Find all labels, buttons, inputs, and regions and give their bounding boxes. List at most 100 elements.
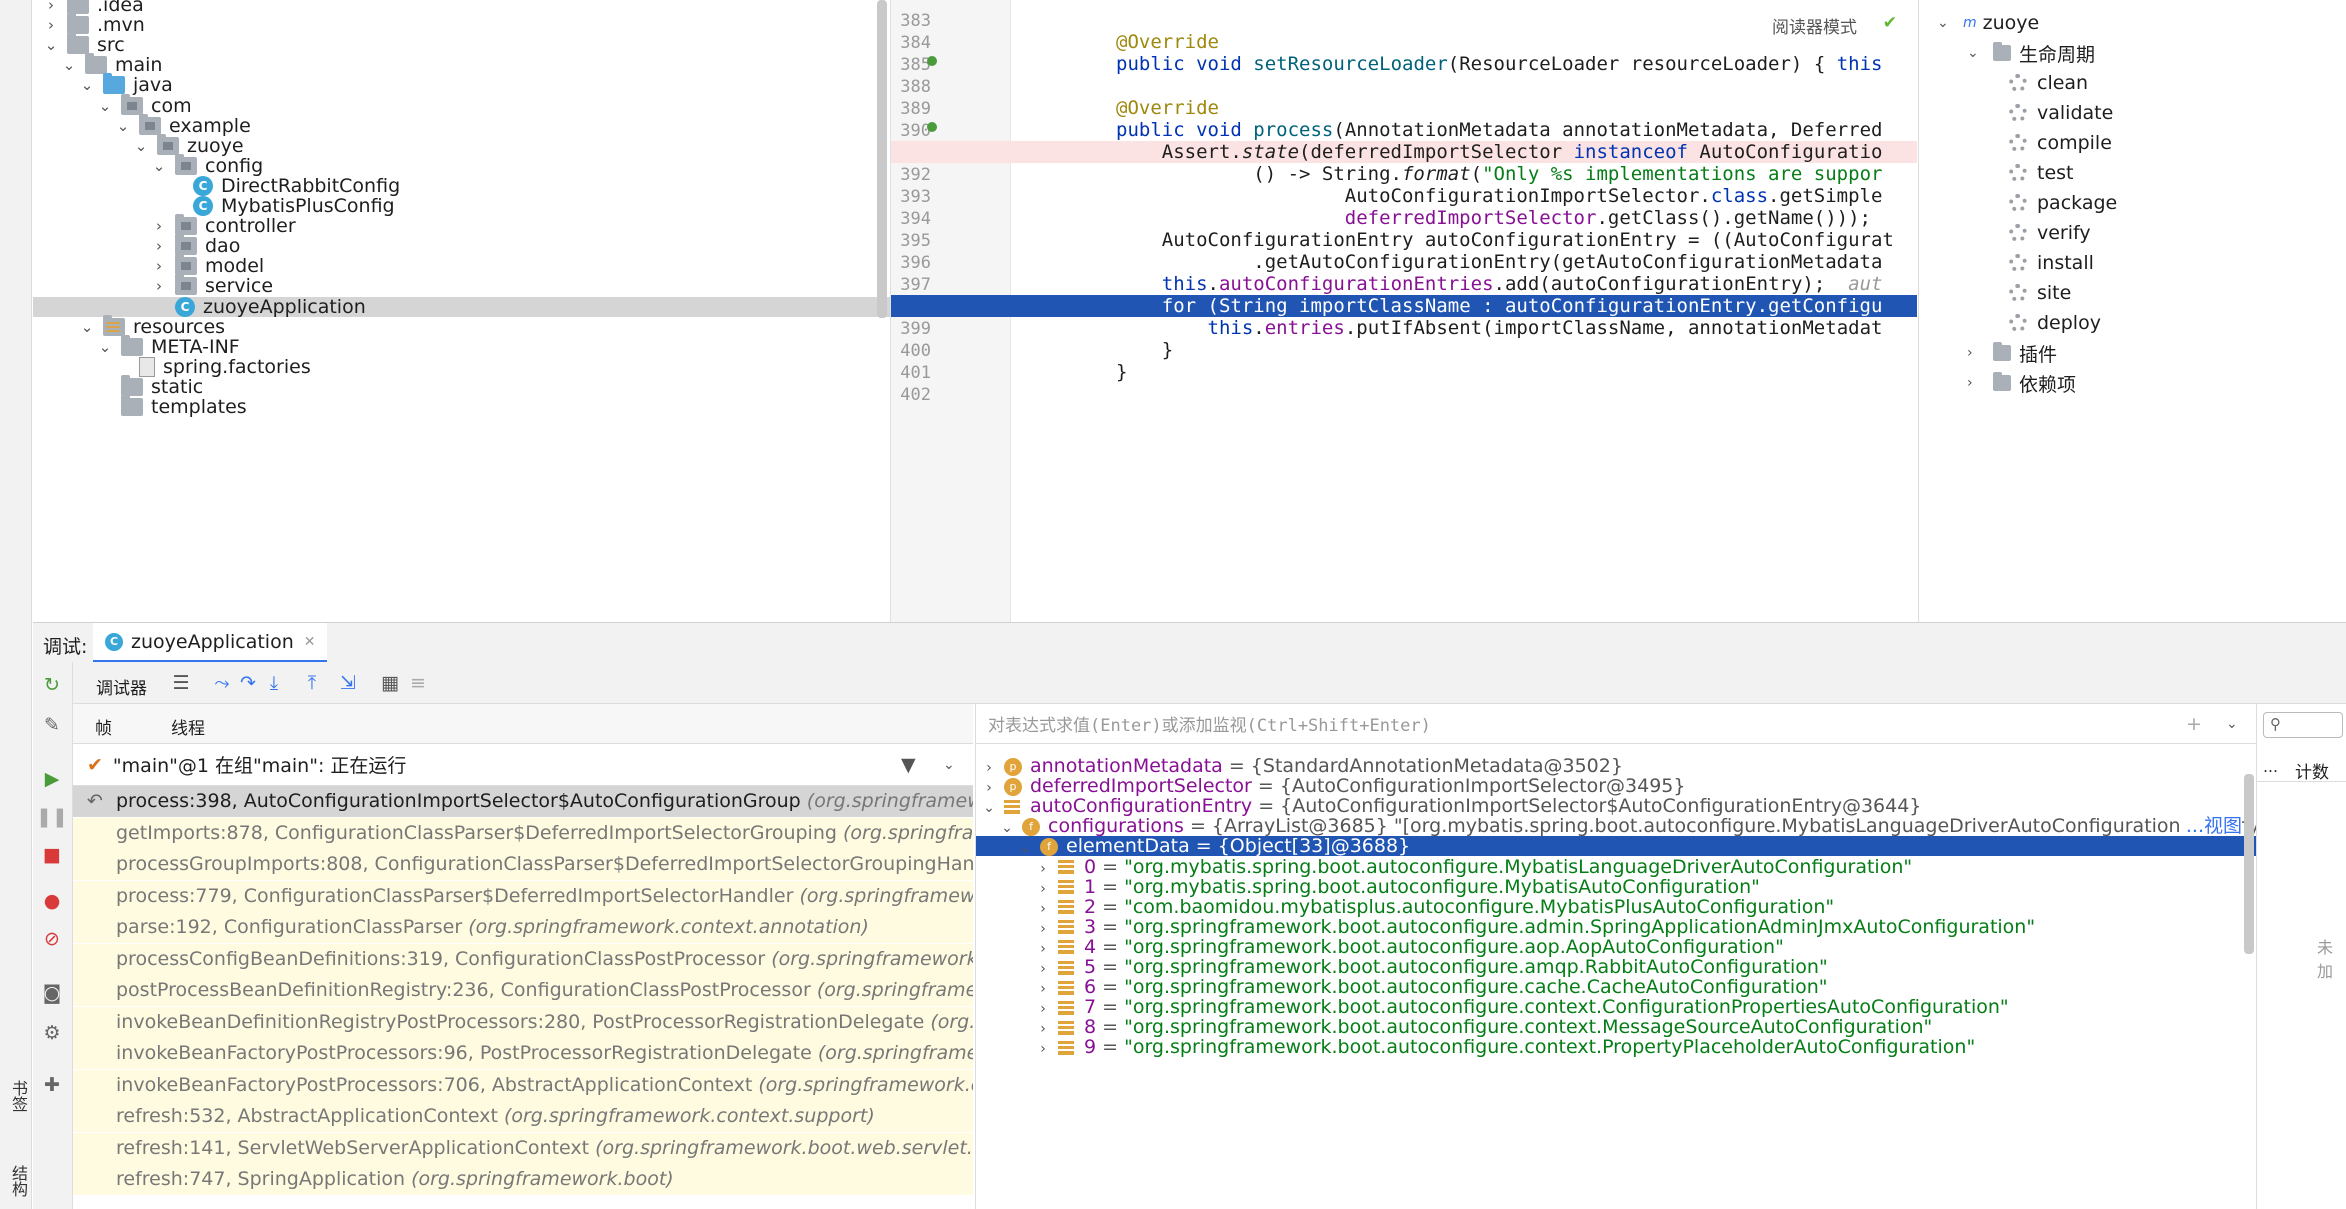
variable-row[interactable]: ⌄ autoConfigurationEntry = {AutoConfigura…: [976, 796, 2256, 816]
code-line[interactable]: [891, 9, 1917, 31]
chevron-down-icon[interactable]: ⌄: [79, 318, 95, 336]
chevron-right-icon[interactable]: ›: [1034, 899, 1052, 917]
tree-item[interactable]: › dao: [33, 234, 890, 257]
variable-row[interactable]: › 0 = "org.mybatis.spring.boot.autoconfig…: [976, 857, 2256, 877]
tree-item[interactable]: › .idea: [33, 0, 890, 16]
view-link[interactable]: ...视图: [2181, 816, 2242, 837]
chevron-down-icon[interactable]: ⌄: [79, 76, 95, 94]
close-icon[interactable]: ✕: [304, 634, 316, 650]
maven-phase-validate[interactable]: validate: [2009, 98, 2113, 128]
maven-phase-verify[interactable]: verify: [2009, 218, 2091, 248]
trace-icon[interactable]: ≡: [405, 670, 431, 696]
tree-item[interactable]: › service: [33, 274, 890, 297]
layout-icon[interactable]: ☰: [168, 670, 194, 696]
maven-phase-compile[interactable]: compile: [2009, 128, 2112, 158]
maven-phase-install[interactable]: install: [2009, 248, 2094, 278]
chevron-right-icon[interactable]: ›: [980, 778, 998, 796]
stack-frame[interactable]: processGroupImports:808, ConfigurationCl…: [73, 849, 973, 880]
stack-frame[interactable]: postProcessBeanDefinitionRegistry:236, C…: [73, 975, 973, 1006]
tab-threads[interactable]: 线程: [171, 714, 205, 739]
chevron-right-icon[interactable]: ›: [1034, 879, 1052, 897]
chevron-right-icon[interactable]: ›: [151, 257, 167, 275]
chevron-right-icon[interactable]: ›: [1034, 999, 1052, 1017]
maven-phase-site[interactable]: site: [2009, 278, 2071, 308]
code-line[interactable]: @Override: [891, 31, 1917, 53]
step-out-icon[interactable]: ⤒: [299, 670, 325, 696]
stack-frame[interactable]: processConfigBeanDefinitions:319, Config…: [73, 943, 973, 975]
variable-row[interactable]: › 2 = "com.baomidou.mybatisplus.autoconfi…: [976, 897, 2256, 917]
chevron-right-icon[interactable]: ›: [151, 217, 167, 235]
stack-frame[interactable]: invokeBeanFactoryPostProcessors:96, Post…: [73, 1038, 973, 1069]
thread-selector[interactable]: ✔ "main"@1 在组"main": 正在运行 ▼ ⌄: [73, 744, 973, 786]
run-to-cursor-icon[interactable]: ⇲: [335, 670, 361, 696]
chevron-right-icon[interactable]: ›: [1034, 859, 1052, 877]
stack-frame[interactable]: getImports:878, ConfigurationClassParser…: [73, 817, 973, 849]
settings-wrench-icon[interactable]: ✎: [39, 712, 65, 738]
code-line[interactable]: [891, 383, 1917, 405]
code-line[interactable]: }: [891, 361, 1917, 383]
project-tree-scrollbar[interactable]: [877, 0, 887, 318]
chevron-right-icon[interactable]: ›: [980, 758, 998, 776]
tree-item[interactable]: ⌄ zuoye: [33, 133, 890, 157]
code-editor[interactable]: 3833843853883893903913923933943953963973…: [890, 0, 1917, 622]
variable-row[interactable]: › p deferredImportSelector = {AutoConfigur…: [976, 776, 2256, 796]
tree-item[interactable]: C MybatisPlusConfig: [33, 195, 890, 217]
code-line[interactable]: AutoConfigurationImportSelector.class.ge…: [891, 185, 1917, 207]
tab-frames[interactable]: 帧: [95, 714, 112, 739]
tree-item[interactable]: › .mvn: [33, 13, 890, 36]
show-execution-point-icon[interactable]: ⤳: [209, 670, 235, 696]
chevron-down-icon[interactable]: ⌄: [1016, 838, 1034, 856]
variable-row[interactable]: › 5 = "org.springframework.boot.autoconfi…: [976, 957, 2256, 977]
tree-item[interactable]: CzuoyeApplication: [33, 296, 890, 318]
code-line[interactable]: this.autoConfigurationEntries.add(autoCo…: [891, 273, 1917, 295]
stack-frame[interactable]: process:779, ConfigurationClassParser$De…: [73, 880, 973, 912]
tree-item[interactable]: ⌄ src: [33, 33, 890, 56]
chevron-right-icon[interactable]: ›: [43, 16, 59, 34]
tree-item[interactable]: ⌄ resources: [33, 314, 890, 338]
camera-icon[interactable]: ◙: [39, 980, 65, 1006]
code-line[interactable]: for (String importClassName : autoConfig…: [891, 295, 1917, 317]
code-line[interactable]: public void process(AnnotationMetadata a…: [891, 119, 1917, 141]
chevron-right-icon[interactable]: ›: [1034, 939, 1052, 957]
tree-item[interactable]: › controller: [33, 214, 890, 237]
chevron-down-icon[interactable]: ⌄: [151, 157, 167, 175]
mute-breakpoints-icon[interactable]: ⊘: [39, 926, 65, 952]
code-line[interactable]: AutoConfigurationEntry autoConfiguration…: [891, 229, 1917, 251]
chevron-down-icon[interactable]: ⌄: [115, 117, 131, 135]
code-line[interactable]: .getAutoConfigurationEntry(getAutoConfig…: [891, 251, 1917, 273]
chevron-right-icon[interactable]: ›: [43, 0, 59, 14]
chevron-down-icon[interactable]: ⌄: [2226, 716, 2238, 732]
variable-row[interactable]: ⌄ f elementData = {Object[33]@3688}: [976, 836, 2256, 857]
variable-row[interactable]: › 8 = "org.springframework.boot.autoconfi…: [976, 1017, 2256, 1037]
tree-item[interactable]: ⌄ com: [33, 93, 890, 117]
chevron-right-icon[interactable]: ›: [1034, 979, 1052, 997]
debugger-tab[interactable]: 调试器: [96, 674, 147, 699]
tree-item[interactable]: ⌄ META-INF: [33, 334, 890, 358]
step-over-icon[interactable]: ↷: [235, 670, 261, 696]
filter-icon[interactable]: ▼: [901, 754, 916, 776]
chevron-right-icon[interactable]: ›: [1034, 1019, 1052, 1037]
variable-row[interactable]: › 4 = "org.springframework.boot.autoconfi…: [976, 937, 2256, 957]
tree-item[interactable]: ⌄ config: [33, 153, 890, 177]
stack-frame[interactable]: parse:192, ConfigurationClassParser (org…: [73, 912, 973, 943]
maven-root[interactable]: ⌄ m zuoye: [1937, 8, 2039, 38]
tree-item[interactable]: C DirectRabbitConfig: [33, 175, 890, 197]
chevron-down-icon[interactable]: ⌄: [43, 36, 59, 54]
stack-frame[interactable]: refresh:747, SpringApplication (org.spri…: [73, 1164, 973, 1195]
variable-row[interactable]: › 3 = "org.springframework.boot.autoconfi…: [976, 917, 2256, 937]
stack-frame[interactable]: invokeBeanDefinitionRegistryPostProcesso…: [73, 1006, 973, 1038]
maven-phase-package[interactable]: package: [2009, 188, 2117, 218]
chevron-down-icon[interactable]: ⌄: [943, 757, 955, 773]
maven-phase-clean[interactable]: clean: [2009, 68, 2088, 98]
evaluate-expression-field[interactable]: 对表达式求值(Enter)或添加监视(Ctrl+Shift+Enter) + ⌄: [976, 704, 2256, 744]
maven-dependencies[interactable]: › 依赖项: [1967, 368, 2076, 398]
tree-item[interactable]: ⌄ java: [33, 73, 890, 96]
code-line[interactable]: () -> String.format("Only %s implementat…: [891, 163, 1917, 185]
chevron-right-icon[interactable]: ›: [151, 237, 167, 255]
add-watch-icon[interactable]: +: [2186, 713, 2202, 735]
stop-icon[interactable]: ■: [39, 842, 65, 868]
gear-icon[interactable]: ⚙: [39, 1020, 65, 1046]
chevron-down-icon[interactable]: ⌄: [980, 798, 998, 816]
tree-item[interactable]: ⌄ example: [33, 113, 890, 137]
variable-row[interactable]: › p annotationMetadata = {StandardAnnotati…: [976, 756, 2256, 776]
